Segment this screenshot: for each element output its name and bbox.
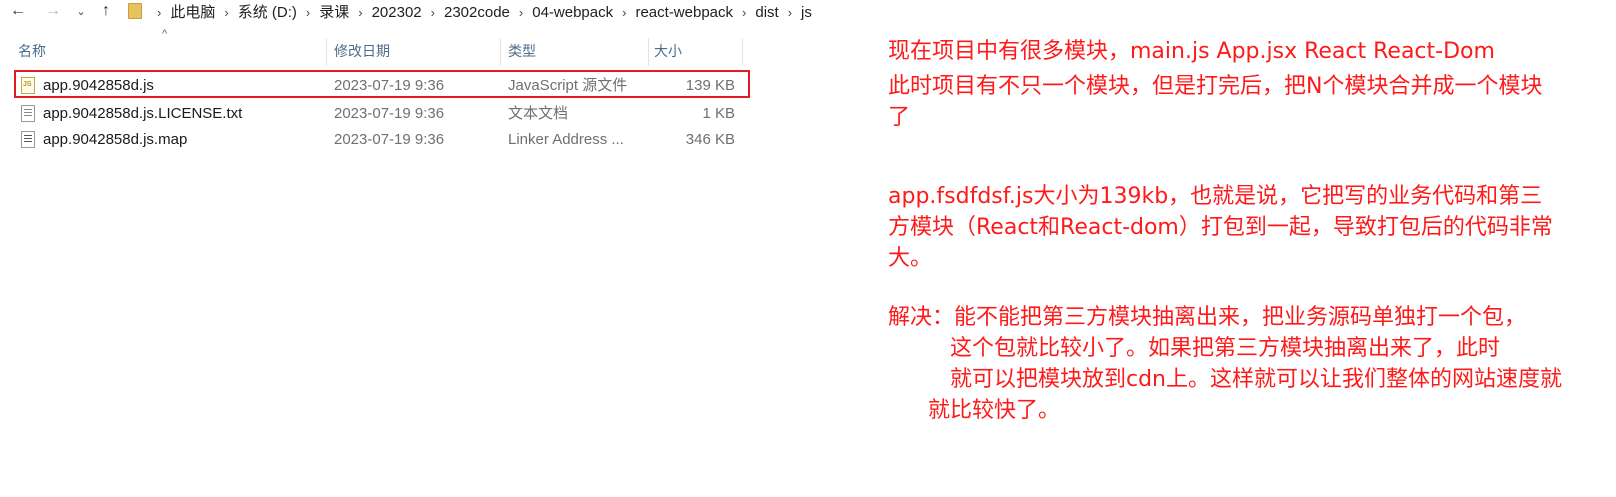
annotation-line: 解决：能不能把第三方模块抽离出来，把业务源码单独打一个包， bbox=[888, 305, 1527, 330]
breadcrumb-separator-icon[interactable]: › bbox=[742, 5, 746, 20]
text-file-icon bbox=[21, 105, 35, 122]
breadcrumb-item[interactable]: dist bbox=[755, 4, 778, 21]
file-row[interactable]: app.9042858d.js.map 2023-07-19 9:36 Linker… bbox=[14, 128, 740, 152]
column-divider[interactable] bbox=[648, 38, 649, 66]
navigation-bar: ← → ⌄ ↑ › 此电脑 › 系统 (D:) › 录课 › 202302 › 2302code ›… bbox=[0, 0, 1616, 22]
breadcrumb-separator-icon[interactable]: › bbox=[157, 5, 161, 20]
file-name[interactable]: app.9042858d.js.LICENSE.txt bbox=[43, 102, 242, 126]
column-divider[interactable] bbox=[500, 38, 501, 66]
breadcrumb: › 此电脑 › 系统 (D:) › 录课 › 202302 › 2302code › 04-webpa… bbox=[148, 1, 812, 22]
file-size: 1 KB bbox=[702, 105, 735, 122]
file-type: 文本文档 bbox=[508, 105, 569, 122]
breadcrumb-separator-icon[interactable]: › bbox=[622, 5, 626, 20]
file-name[interactable]: app.9042858d.js.map bbox=[43, 128, 187, 152]
file-date: 2023-07-19 9:36 bbox=[334, 105, 445, 122]
annotation-line: 就可以把模块放到cdn上。这样就可以让我们整体的网站速度就 bbox=[950, 367, 1563, 392]
file-row[interactable]: app.9042858d.js.LICENSE.txt 2023-07-19 9:… bbox=[14, 102, 740, 126]
breadcrumb-item[interactable]: 系统 (D:) bbox=[238, 4, 297, 21]
folder-icon bbox=[128, 3, 142, 19]
breadcrumb-separator-icon[interactable]: › bbox=[431, 5, 435, 20]
breadcrumb-separator-icon[interactable]: › bbox=[788, 5, 792, 20]
annotation-line: 方模块（React和React-dom）打包到一起，导致打包后的代码非常 bbox=[888, 215, 1553, 240]
column-type[interactable]: 类型 bbox=[504, 36, 650, 66]
column-size[interactable]: 大小 bbox=[650, 36, 742, 66]
column-header-row: ^ 名称 修改日期 类型 大小 bbox=[0, 28, 770, 66]
forward-arrow-icon[interactable]: → bbox=[36, 0, 70, 22]
up-arrow-icon[interactable]: ↑ bbox=[92, 0, 120, 22]
breadcrumb-separator-icon[interactable]: › bbox=[519, 5, 523, 20]
file-date: 2023-07-19 9:36 bbox=[334, 131, 445, 148]
column-divider[interactable] bbox=[742, 38, 743, 66]
column-divider[interactable] bbox=[326, 38, 327, 66]
annotation-line: 此时项目有不只一个模块，但是打完后，把N个模块合并成一个模块 bbox=[888, 74, 1543, 99]
file-size: 346 KB bbox=[685, 131, 735, 148]
breadcrumb-separator-icon[interactable]: › bbox=[224, 5, 228, 20]
breadcrumb-item[interactable]: 此电脑 bbox=[170, 4, 215, 21]
annotation-line: 大。 bbox=[888, 246, 933, 271]
annotation-line: 这个包就比较小了。如果把第三方模块抽离出来了，此时 bbox=[950, 336, 1501, 361]
breadcrumb-item[interactable]: react-webpack bbox=[635, 4, 733, 21]
breadcrumb-separator-icon[interactable]: › bbox=[306, 5, 310, 20]
annotation-line: app.fsdfdsf.js大小为139kb，也就是说，它把写的业务代码和第三 bbox=[888, 184, 1543, 209]
annotation-line: 就比较快了。 bbox=[928, 398, 1061, 423]
column-date[interactable]: 修改日期 bbox=[330, 36, 500, 66]
column-name[interactable]: 名称 bbox=[14, 36, 326, 66]
recent-locations-chevron-icon[interactable]: ⌄ bbox=[70, 0, 92, 22]
annotation-line: 了 bbox=[888, 105, 911, 130]
file-type: Linker Address ... bbox=[508, 131, 624, 148]
breadcrumb-item[interactable]: 202302 bbox=[372, 4, 422, 21]
breadcrumb-item[interactable]: 录课 bbox=[319, 4, 349, 21]
breadcrumb-item[interactable]: 2302code bbox=[444, 4, 510, 21]
map-file-icon bbox=[21, 131, 35, 148]
breadcrumb-item[interactable]: 04-webpack bbox=[532, 4, 613, 21]
back-arrow-icon[interactable]: ← bbox=[0, 0, 36, 22]
annotation-line: 现在项目中有很多模块，main.js App.jsx React React-D… bbox=[888, 39, 1495, 64]
breadcrumb-separator-icon[interactable]: › bbox=[358, 5, 362, 20]
breadcrumb-item[interactable]: js bbox=[801, 4, 812, 21]
highlight-box bbox=[14, 70, 750, 98]
